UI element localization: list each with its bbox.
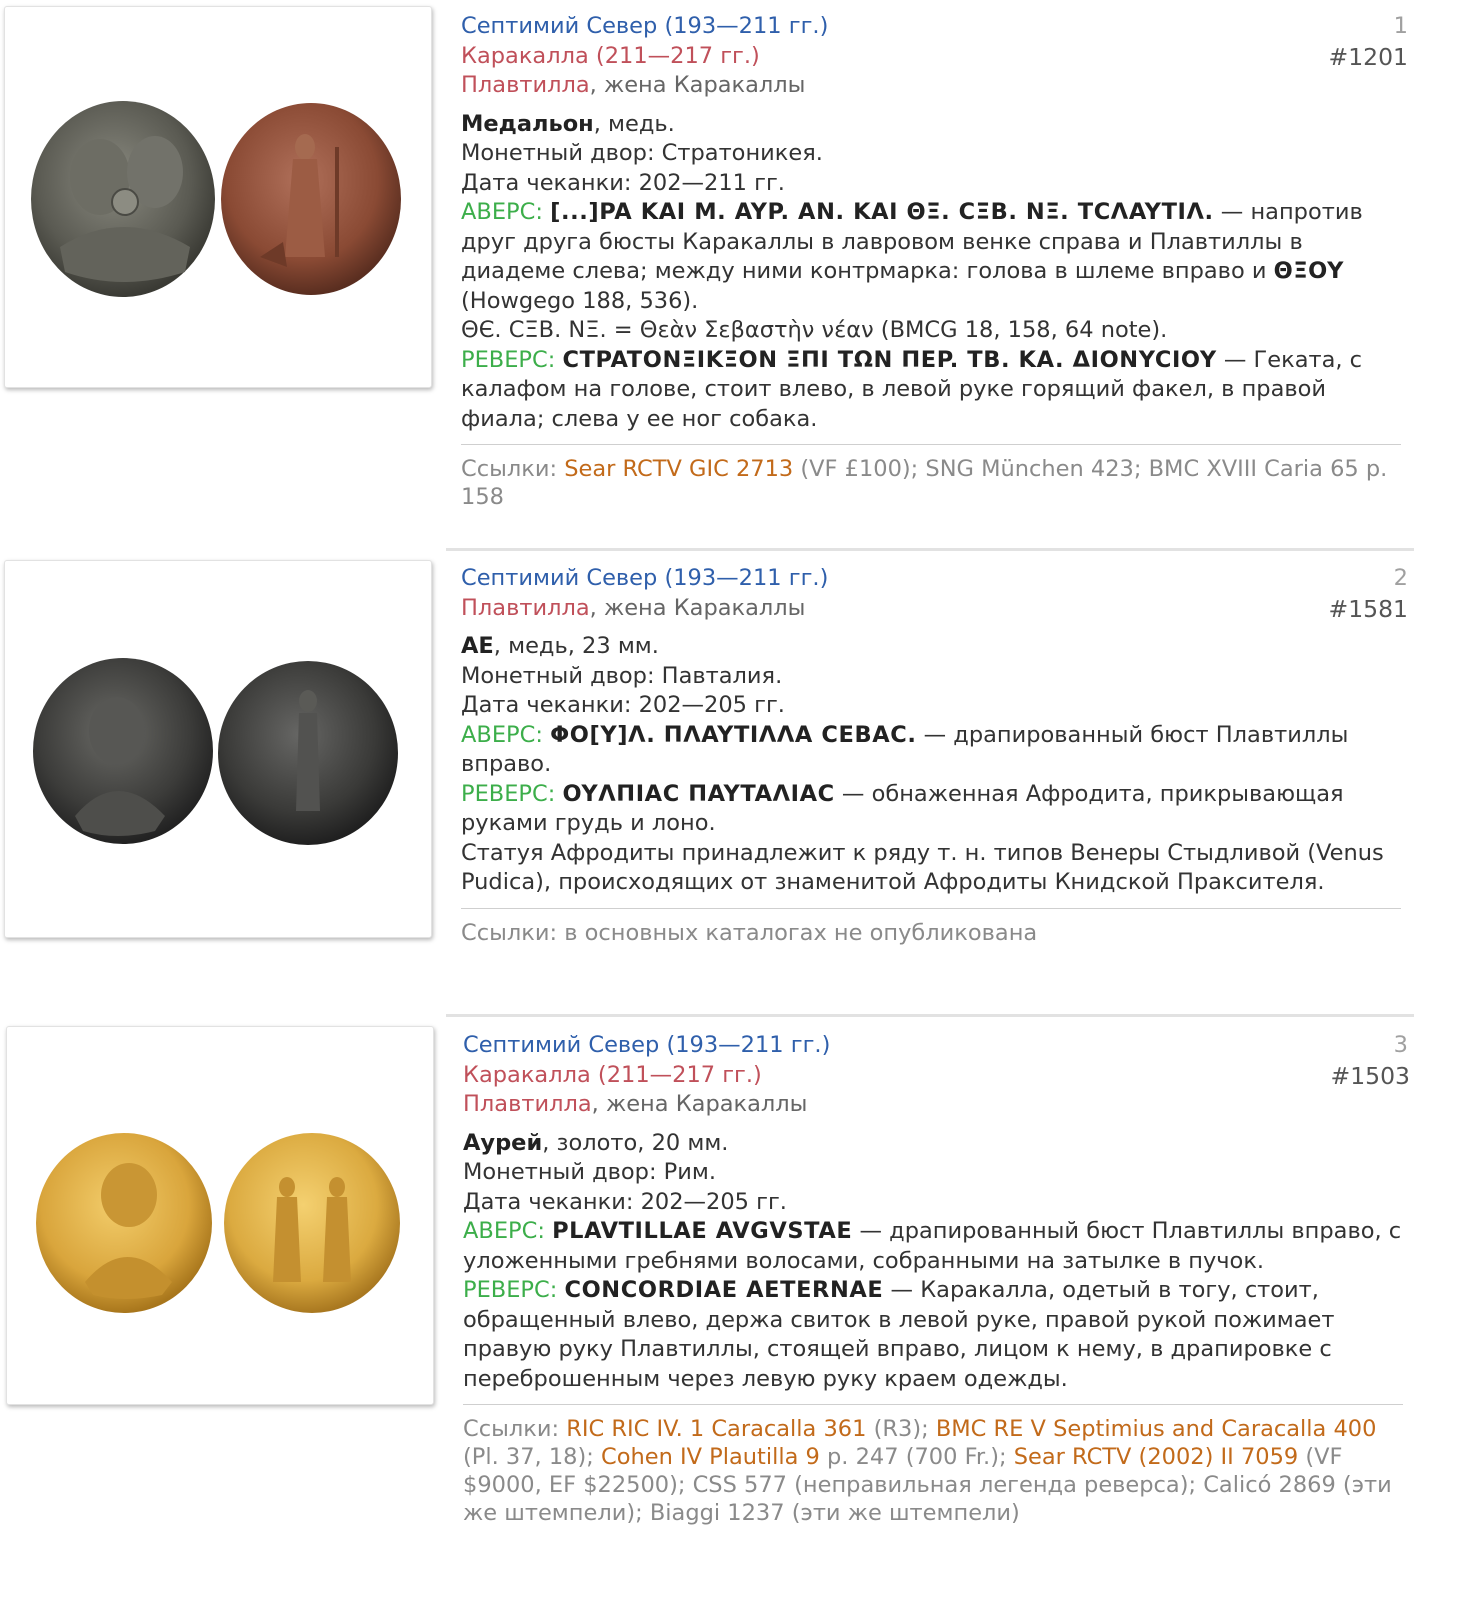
refs-text: (R3); xyxy=(866,1416,936,1442)
material: , медь, 23 мм. xyxy=(493,633,659,659)
mint: Монетный двор: Павталия. xyxy=(461,662,783,689)
rulers-block: Септимий Север (193—211 гг.) Каракалла (… xyxy=(461,12,1411,101)
reverse: РЕВЕРС: CTPATONΞIKΞON ΞΠI TΩN ΠEP. TB. K… xyxy=(461,346,1411,435)
refs-text: (Pl. 37, 18); xyxy=(463,1444,601,1470)
coin-reverse-image xyxy=(221,103,401,295)
issue-date: Дата чеканки: 202—205 гг. xyxy=(461,692,785,718)
reference-link[interactable]: Sear RCTV (2002) II 7059 xyxy=(1014,1444,1298,1470)
entry-separator xyxy=(446,548,1414,551)
reverse: РЕВЕРС: CONCORDIAE AETERNAE — Каракалла,… xyxy=(463,1276,1413,1394)
coin-reverse-image xyxy=(224,1133,400,1313)
material: , медь. xyxy=(593,110,675,137)
divider xyxy=(463,1404,1403,1405)
reverse-legend: OYΛΠIAC ΠAYTAΛIAC xyxy=(562,780,835,807)
reverse-legend: CONCORDIAE AETERNAE xyxy=(564,1277,884,1303)
obverse: АВЕРС: PLAVTILLAE AVGVSTAE — драпированн… xyxy=(463,1217,1413,1276)
mint: Монетный двор: Стратоникея. xyxy=(461,140,823,166)
ruler-line: Плавтилла, жена Каракаллы xyxy=(463,1090,1413,1120)
denomination-line: Аурей, золото, 20 мм. xyxy=(463,1129,1413,1159)
issue-date: Дата чеканки: 202—205 гг. xyxy=(463,1188,787,1215)
denomination: AE xyxy=(461,633,494,659)
obverse-legend: PLAVTILLAE AVGVSTAE xyxy=(552,1218,853,1244)
note: ΘЄ. CΞB. NΞ. = Θεὰν Σεβαστὴν νέαν (BMCG … xyxy=(461,317,1168,343)
refs-text: p. 247 (700 Fr.); xyxy=(819,1444,1014,1470)
reverse-label: РЕВЕРС: xyxy=(463,1277,558,1303)
ruler-link[interactable]: Плавтилла xyxy=(461,595,590,621)
reverse-label: РЕВЕРС: xyxy=(461,346,556,373)
coin-photo[interactable] xyxy=(6,1026,434,1405)
countermark-legend: ΘΞOY xyxy=(1273,258,1345,284)
ruler-relation: , жена Каракаллы xyxy=(591,1091,808,1117)
coin-pair-image xyxy=(33,658,398,845)
refs-label: Ссылки: xyxy=(461,456,565,482)
obverse-label: АВЕРС: xyxy=(461,721,543,748)
ruler-link[interactable]: Каракалла (211—217 гг.) xyxy=(463,1061,1413,1091)
obverse-label: АВЕРС: xyxy=(461,199,543,225)
coin-photo[interactable] xyxy=(4,560,432,938)
divider xyxy=(461,444,1401,445)
obverse-legend: [...]PA KAI M. AYP. AN. KAI ΘΞ. CΞB. NΞ.… xyxy=(550,199,1214,225)
ruler-link[interactable]: Септимий Север (193—211 гг.) xyxy=(463,1031,1413,1061)
rulers-block: Септимий Север (193—211 гг.) Каракалла (… xyxy=(463,1031,1413,1120)
obverse: АВЕРС: ΦO[Y]Λ. ΠΛAYTIΛΛA CEBAC. — драпир… xyxy=(461,721,1411,780)
denomination-line: Медальон, медь. xyxy=(461,110,1411,140)
reverse: РЕВЕРС: OYΛΠIAC ΠAYTAΛIAC — обнаженная А… xyxy=(461,780,1411,839)
obverse: АВЕРС: [...]PA KAI M. AYP. AN. KAI ΘΞ. C… xyxy=(461,198,1411,316)
ruler-link[interactable]: Плавтилла xyxy=(461,72,590,98)
mint: Монетный двор: Рим. xyxy=(463,1159,717,1185)
refs-label: Ссылки: xyxy=(461,919,565,946)
note: Статуя Афродиты принадлежит к ряду т. н.… xyxy=(461,839,1384,896)
reverse-label: РЕВЕРС: xyxy=(461,780,556,807)
coin-pair-image xyxy=(36,1133,400,1313)
refs-label: Ссылки: xyxy=(463,1416,567,1442)
ruler-link[interactable]: Каракалла (211—217 гг.) xyxy=(461,42,1411,72)
coin-obverse-image xyxy=(31,101,215,297)
coin-photo[interactable] xyxy=(4,6,432,388)
material: , золото, 20 мм. xyxy=(542,1129,729,1156)
ruler-link[interactable]: Септимий Север (193—211 гг.) xyxy=(461,564,1411,594)
reference-link[interactable]: Sear RCTV GIC 2713 xyxy=(564,456,793,482)
coin-description: Септимий Север (193—211 гг.) Каракалла (… xyxy=(463,1031,1413,1527)
issue-date: Дата чеканки: 202—211 гг. xyxy=(461,169,785,196)
ruler-link[interactable]: Септимий Север (193—211 гг.) xyxy=(461,12,1411,42)
rulers-block: Септимий Север (193—211 гг.) Плавтилла, … xyxy=(461,564,1411,623)
reverse-legend: CTPATONΞIKΞON ΞΠI TΩN ΠEP. TB. KA. ΔIONY… xyxy=(562,346,1217,373)
ruler-relation: , жена Каракаллы xyxy=(589,594,806,621)
obverse-legend: ΦO[Y]Λ. ΠΛAYTIΛΛA CEBAC. xyxy=(550,721,917,748)
coin-pair-image xyxy=(31,101,401,297)
ruler-relation: , жена Каракаллы xyxy=(589,72,806,98)
reference-link[interactable]: Cohen IV Plautilla 9 xyxy=(601,1444,820,1470)
obverse-tail: (Howgego 188, 536). xyxy=(461,287,699,314)
coin-obverse-image xyxy=(33,658,213,844)
denomination: Аурей xyxy=(463,1129,543,1156)
coin-entry-2: 2 #1581 Септимий Север (193—211 гг.) Пла… xyxy=(0,548,1464,1014)
obverse-label: АВЕРС: xyxy=(463,1218,545,1244)
divider xyxy=(461,907,1401,909)
coin-entry-3: 3 #1503 Септимий Север (193—211 гг.) Кар… xyxy=(0,1014,1464,1600)
references: Ссылки: в основных каталогах не опублико… xyxy=(461,919,1411,947)
references: Ссылки: Sear RCTV GIC 2713 (VF £100); SN… xyxy=(461,455,1411,511)
denomination-line: AE, медь, 23 мм. xyxy=(461,632,1411,662)
refs-text: в основных каталогах не опубликована xyxy=(564,919,1038,946)
coin-description: Септимий Север (193—211 гг.) Каракалла (… xyxy=(461,12,1411,511)
ruler-line: Плавтилла, жена Каракаллы xyxy=(461,71,1411,101)
coin-reverse-image xyxy=(218,661,398,845)
coin-description: Септимий Север (193—211 гг.) Плавтилла, … xyxy=(461,564,1411,947)
reference-link[interactable]: RIC RIC IV. 1 Caracalla 361 xyxy=(566,1416,866,1442)
ruler-link[interactable]: Плавтилла xyxy=(463,1091,592,1117)
coin-obverse-image xyxy=(36,1133,212,1313)
coin-entry-1: 1 #1201 Септимий Север (193—211 гг.) Кар… xyxy=(0,0,1464,548)
ruler-line: Плавтилла, жена Каракаллы xyxy=(461,594,1411,624)
references: Ссылки: RIC RIC IV. 1 Caracalla 361 (R3)… xyxy=(463,1415,1413,1527)
denomination: Медальон xyxy=(461,110,594,137)
reference-link[interactable]: BMC RE V Septimius and Caracalla 400 xyxy=(936,1416,1377,1442)
entry-separator xyxy=(446,1014,1414,1017)
